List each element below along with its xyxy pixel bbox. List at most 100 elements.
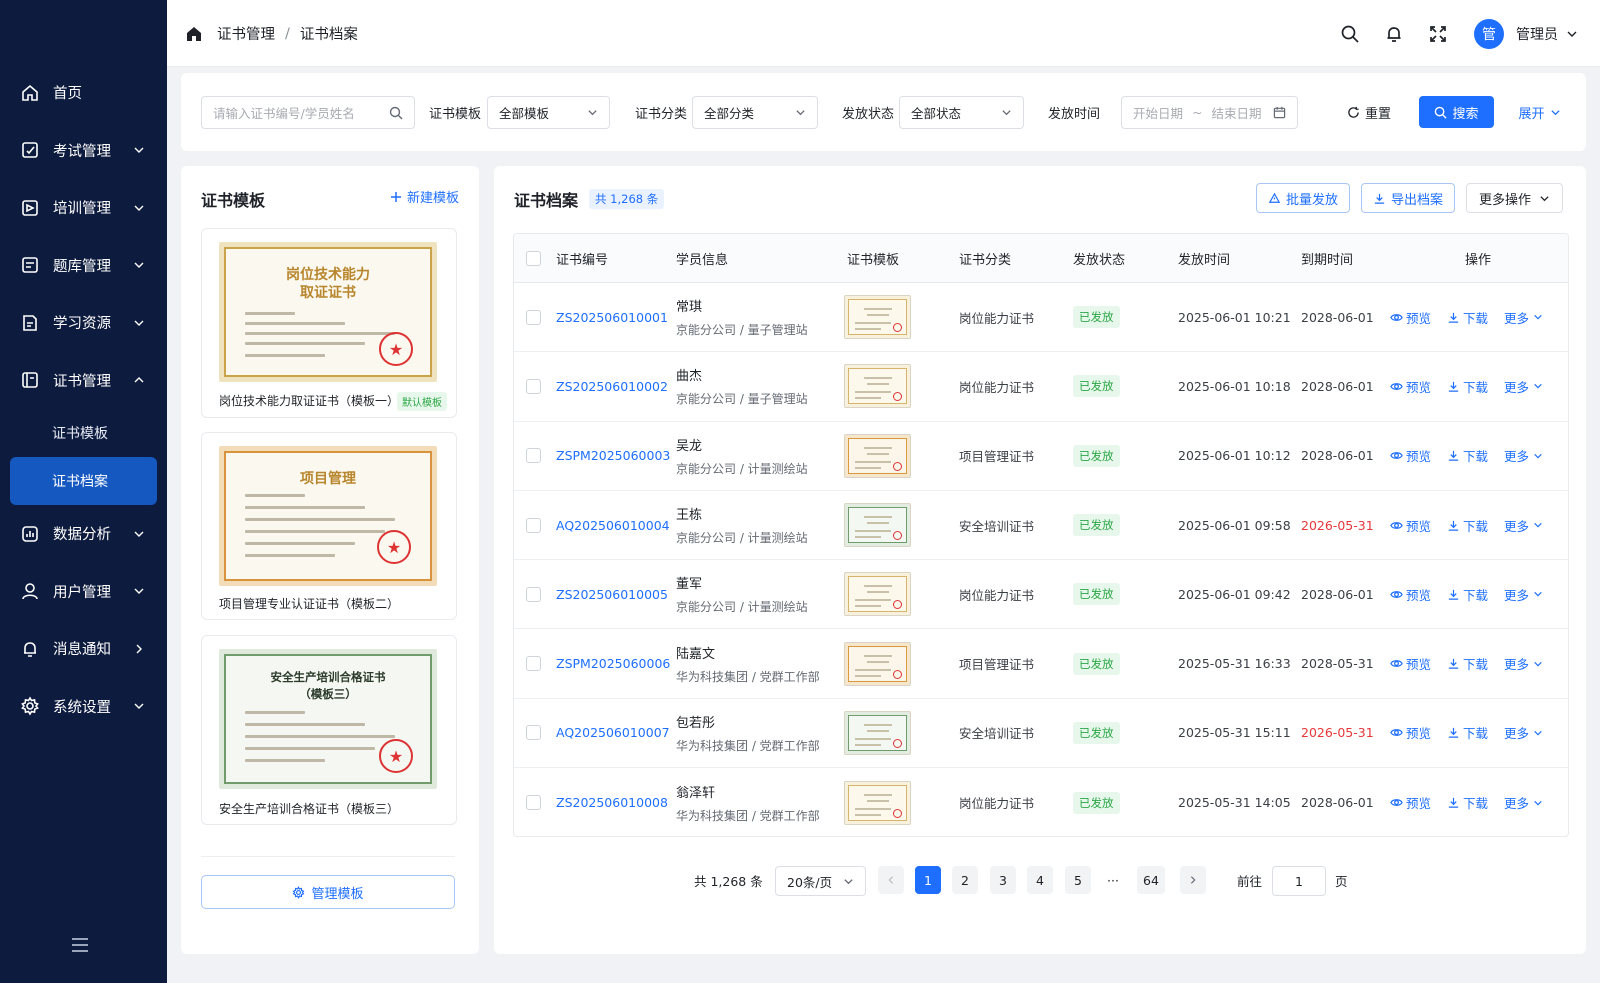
- export-button[interactable]: 导出档案: [1361, 183, 1455, 213]
- page-button[interactable]: 5: [1065, 866, 1091, 894]
- prev-page-button[interactable]: [878, 866, 904, 894]
- certificate-thumbnail[interactable]: [844, 572, 911, 617]
- page-button[interactable]: 1: [915, 866, 941, 894]
- goto-page-input[interactable]: 1: [1272, 866, 1326, 896]
- more-action[interactable]: 更多: [1504, 654, 1546, 673]
- sidebar-item-home[interactable]: 首页: [0, 64, 167, 122]
- preview-action[interactable]: 预览: [1390, 377, 1431, 396]
- chevron-down-icon: [1540, 195, 1549, 201]
- template-select[interactable]: 全部模板: [487, 96, 610, 129]
- download-action[interactable]: 下载: [1447, 654, 1488, 673]
- preview-action[interactable]: 预览: [1390, 723, 1431, 742]
- download-action[interactable]: 下载: [1447, 516, 1488, 535]
- row-checkbox[interactable]: [526, 517, 541, 533]
- more-action[interactable]: 更多: [1504, 723, 1546, 742]
- sidebar-item-analytics[interactable]: 数据分析: [0, 505, 167, 563]
- expand-button[interactable]: 展开: [1517, 96, 1562, 128]
- certificate-code-link[interactable]: ZS202506010001: [556, 283, 668, 351]
- sidebar-item-training[interactable]: 培训管理: [0, 179, 167, 237]
- new-template-button[interactable]: 新建模板: [390, 187, 459, 206]
- page-size-select[interactable]: 20条/页: [775, 866, 866, 896]
- search-input[interactable]: 请输入证书编号/学员姓名: [201, 96, 415, 129]
- more-action[interactable]: 更多: [1504, 377, 1546, 396]
- more-action[interactable]: 更多: [1504, 585, 1546, 604]
- row-checkbox[interactable]: [526, 448, 541, 464]
- page-ellipsis[interactable]: ···: [1100, 866, 1126, 894]
- page-button[interactable]: 64: [1137, 866, 1165, 894]
- more-action[interactable]: 更多: [1504, 308, 1546, 327]
- sidebar-subitem-template[interactable]: 证书模板: [0, 409, 167, 457]
- status-select[interactable]: 全部状态: [899, 96, 1024, 129]
- download-action[interactable]: 下载: [1447, 377, 1488, 396]
- select-all-checkbox[interactable]: [526, 250, 541, 266]
- home-icon[interactable]: [185, 25, 203, 43]
- row-checkbox[interactable]: [526, 656, 541, 672]
- sidebar-item-question-bank[interactable]: 题库管理: [0, 237, 167, 295]
- page-button[interactable]: 2: [952, 866, 978, 894]
- row-checkbox[interactable]: [526, 378, 541, 394]
- fullscreen-icon[interactable]: [1428, 24, 1448, 44]
- certificate-thumbnail[interactable]: [844, 433, 911, 478]
- certificate-code-link[interactable]: ZS202506010005: [556, 560, 668, 628]
- row-checkbox[interactable]: [526, 725, 541, 741]
- template-card[interactable]: 岗位技术能力 取证证书 ★ 岗位技术能力取证证书（模板一） 默认模板: [201, 228, 457, 418]
- certificate-thumbnail[interactable]: [844, 710, 911, 755]
- user-name[interactable]: 管理员: [1516, 24, 1558, 44]
- sidebar-subitem-archive[interactable]: 证书档案: [10, 457, 157, 505]
- preview-action[interactable]: 预览: [1390, 308, 1431, 327]
- row-checkbox[interactable]: [526, 309, 541, 325]
- preview-action[interactable]: 预览: [1390, 793, 1431, 812]
- sidebar-item-user[interactable]: 用户管理: [0, 563, 167, 621]
- certificate-thumbnail[interactable]: [844, 780, 911, 825]
- certificate-thumbnail[interactable]: [844, 295, 911, 340]
- certificate-code-link[interactable]: ZSPM2025060003: [556, 422, 670, 490]
- search-button[interactable]: 搜索: [1419, 96, 1494, 128]
- row-checkbox[interactable]: [526, 795, 541, 811]
- preview-action[interactable]: 预览: [1390, 654, 1431, 673]
- template-card[interactable]: 项目管理 ★ 项目管理专业认证证书（模板二）: [201, 432, 457, 620]
- preview-action[interactable]: 预览: [1390, 516, 1431, 535]
- row-checkbox[interactable]: [526, 586, 541, 602]
- sidebar-item-resource[interactable]: 学习资源: [0, 294, 167, 352]
- sidebar-item-settings[interactable]: 系统设置: [0, 678, 167, 736]
- sidebar-item-exam[interactable]: 考试管理: [0, 122, 167, 180]
- template-card[interactable]: 安全生产培训合格证书 （模板三） ★ 安全生产培训合格证书（模板三）: [201, 635, 457, 825]
- download-action[interactable]: 下载: [1447, 308, 1488, 327]
- batch-issue-button[interactable]: 批量发放: [1256, 183, 1350, 213]
- certificate-code-link[interactable]: ZS202506010002: [556, 352, 668, 420]
- sidebar-item-certificate[interactable]: 证书管理: [0, 352, 167, 410]
- certificate-code-link[interactable]: AQ202506010004: [556, 491, 670, 559]
- date-range-picker[interactable]: 开始日期 ~ 结束日期: [1121, 96, 1298, 129]
- menu-collapse-icon[interactable]: [70, 937, 90, 953]
- page-button[interactable]: 4: [1027, 866, 1053, 894]
- more-operations-button[interactable]: 更多操作: [1466, 183, 1563, 213]
- more-action[interactable]: 更多: [1504, 793, 1546, 812]
- breadcrumb-item[interactable]: 证书管理: [217, 23, 275, 44]
- download-action[interactable]: 下载: [1447, 446, 1488, 465]
- certificate-code-link[interactable]: ZS202506010008: [556, 768, 668, 836]
- sidebar-item-notification[interactable]: 消息通知: [0, 620, 167, 678]
- more-action[interactable]: 更多: [1504, 516, 1546, 535]
- chevron-down-icon[interactable]: [1566, 28, 1578, 40]
- bell-icon[interactable]: [1384, 24, 1404, 44]
- page-button[interactable]: 3: [990, 866, 1016, 894]
- reset-button[interactable]: 重置: [1344, 96, 1394, 128]
- certificate-thumbnail[interactable]: [844, 641, 911, 686]
- expand-label: 展开: [1518, 106, 1545, 122]
- certificate-thumbnail[interactable]: [844, 364, 911, 409]
- manage-templates-button[interactable]: 管理模板: [201, 875, 455, 909]
- download-action[interactable]: 下载: [1447, 723, 1488, 742]
- download-action[interactable]: 下载: [1447, 793, 1488, 812]
- certificate-code-link[interactable]: ZSPM2025060006: [556, 629, 670, 697]
- more-action[interactable]: 更多: [1504, 446, 1546, 465]
- search-icon[interactable]: [1340, 24, 1360, 44]
- avatar[interactable]: 管: [1474, 18, 1504, 49]
- preview-action[interactable]: 预览: [1390, 585, 1431, 604]
- category-select[interactable]: 全部分类: [692, 96, 818, 129]
- more-label: 更多: [1504, 449, 1530, 465]
- next-page-button[interactable]: [1180, 866, 1206, 894]
- certificate-code-link[interactable]: AQ202506010007: [556, 699, 670, 767]
- certificate-thumbnail[interactable]: [844, 503, 911, 548]
- preview-action[interactable]: 预览: [1390, 446, 1431, 465]
- download-action[interactable]: 下载: [1447, 585, 1488, 604]
